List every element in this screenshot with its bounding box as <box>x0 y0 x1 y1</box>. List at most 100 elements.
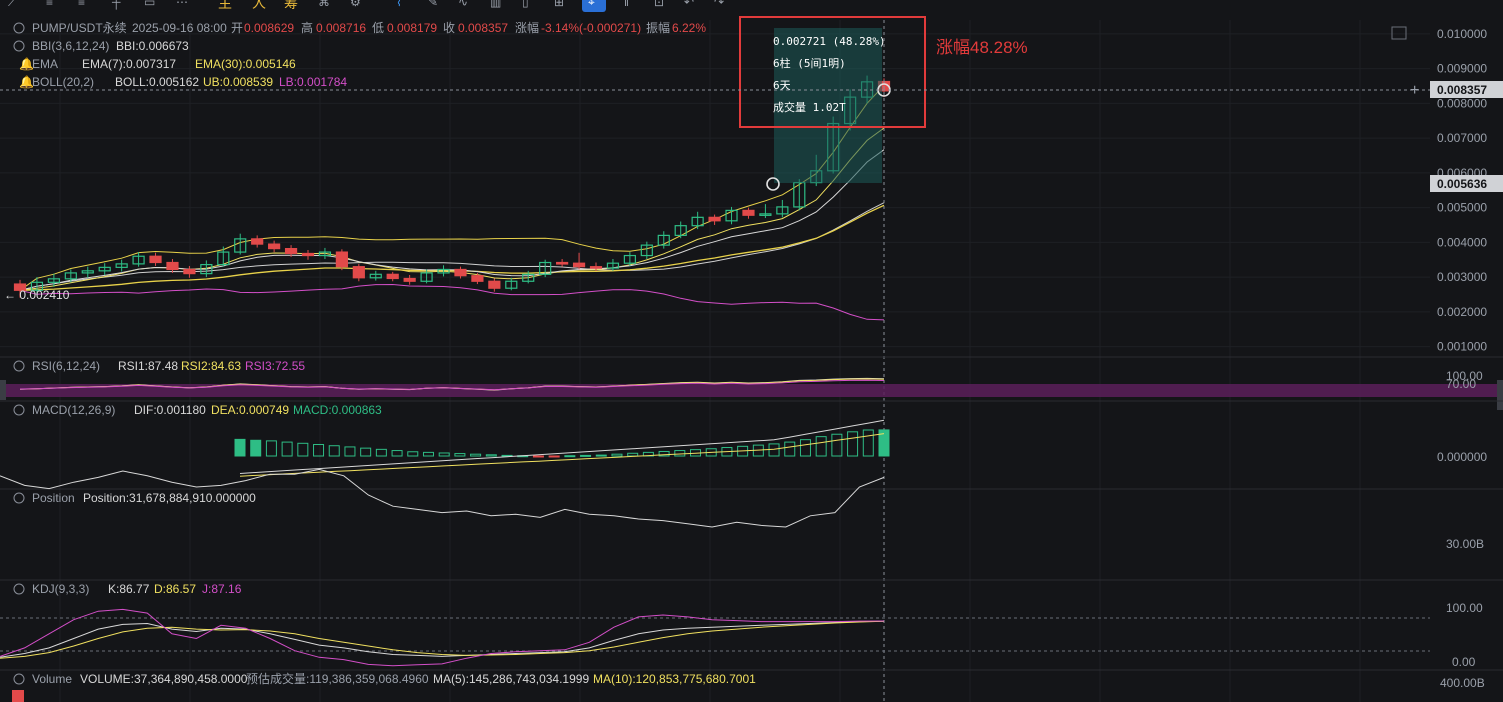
toolbar-lock-icon[interactable]: ‖ <box>624 0 629 9</box>
toolbar-cross-icon[interactable]: ┼ <box>111 0 121 10</box>
position-tick: 30.00B <box>1446 537 1484 551</box>
boll-name: BOLL(20,2) <box>32 75 94 89</box>
candle-body <box>589 266 603 269</box>
candle-body <box>556 261 569 265</box>
dif-value: DIF:0.001180 <box>134 403 206 417</box>
macd-bar <box>580 454 592 457</box>
toolbar-chip-label[interactable]: 筹 <box>284 0 298 11</box>
toolbar-person-label[interactable]: 人 <box>252 0 266 11</box>
toolbar-undo-icon[interactable]: ↶ <box>684 0 694 9</box>
toolbar-bars-icon[interactable]: ▥ <box>490 0 501 9</box>
change-label: 涨幅 <box>515 20 539 35</box>
dea-line <box>239 433 885 477</box>
rsi-toggle-icon[interactable] <box>13 360 25 372</box>
macd-bar <box>862 429 874 457</box>
candle-body <box>352 266 365 279</box>
price-tick: 0.001000 <box>1437 340 1487 354</box>
kdj-tick-0: 0.00 <box>1452 655 1476 669</box>
candle-body <box>403 277 416 282</box>
ema30-value: EMA(30):0.005146 <box>195 57 296 71</box>
price-tick: 0.008000 <box>1437 96 1487 110</box>
dea-value: DEA:0.000749 <box>211 403 289 417</box>
macd-tick-0: 0.000000 <box>1437 450 1487 464</box>
ema-bell-icon[interactable]: 🔔 <box>19 57 34 71</box>
price-tick: 0.004000 <box>1437 235 1487 249</box>
macd-bar <box>360 447 372 457</box>
volume-toggle-icon[interactable] <box>13 673 25 685</box>
boll-value: BOLL:0.005162 <box>115 75 199 89</box>
rsi-name: RSI(6,12,24) <box>32 359 100 373</box>
rsi3-value: RSI3:72.55 <box>245 359 305 373</box>
toolbar-lines-icon[interactable]: ≡ <box>46 0 53 9</box>
macd-bar <box>250 439 262 457</box>
candle-body <box>386 273 399 280</box>
d-value: D:86.57 <box>154 582 196 596</box>
lb-value: LB:0.001784 <box>279 75 347 89</box>
change-value: -3.14%(-0.000271) <box>541 21 641 35</box>
volume-value: VOLUME:37,364,890,458.0000 <box>80 672 248 686</box>
toolbar-hline-icon[interactable]: ≡ <box>78 0 85 9</box>
toolbar-chart-icon[interactable]: ⊞ <box>554 0 564 9</box>
boll-lower-line <box>19 283 885 321</box>
candle-body <box>183 268 196 275</box>
rsi2-value: RSI2:84.63 <box>181 359 241 373</box>
current-price-value: 0.008357 <box>1437 83 1487 97</box>
macd-bar <box>532 455 544 458</box>
price-tick: 0.009000 <box>1437 62 1487 76</box>
macd-bar <box>234 438 246 457</box>
low-value: 0.008179 <box>387 21 437 35</box>
maximize-icon[interactable] <box>1391 26 1407 40</box>
toolbar-wave-icon[interactable]: ∿ <box>458 0 468 9</box>
position-name: Position <box>32 491 75 505</box>
toolbar-indicator-icon[interactable]: ⌇ <box>396 0 402 9</box>
bbi-toggle-icon[interactable] <box>13 40 25 52</box>
toolbar-measure-icon[interactable]: ⌖ <box>588 0 595 9</box>
volume-bar <box>12 690 24 702</box>
measure-line4: 成交量 1.02T <box>773 100 846 114</box>
price-tick: 0.010000 <box>1437 27 1487 41</box>
toolbar-pen-icon[interactable]: ⟋ <box>8 0 17 9</box>
position-toggle-icon[interactable] <box>13 492 25 504</box>
macd-bar <box>674 450 686 457</box>
main-legends: BBI(3,6,12,24) BBI:0.006673 EMA 🔔 EMA(7)… <box>13 39 347 89</box>
left-scroll-handle[interactable] <box>0 380 6 400</box>
amp-value: 6.22% <box>672 21 706 35</box>
volume-est: 预估成交量:119,386,359,068.4960 <box>246 671 429 686</box>
macd-bar <box>470 453 482 457</box>
toolbar-settings-icon[interactable]: ⚙ <box>350 0 361 9</box>
j-value: J:87.16 <box>202 582 242 596</box>
macd-bar <box>297 442 309 457</box>
toolbar-more-icon[interactable]: ⋯ <box>176 0 188 9</box>
macd-bar <box>281 441 293 457</box>
collapse-icon[interactable] <box>13 22 25 34</box>
boll-bell-icon[interactable]: 🔔 <box>19 75 34 89</box>
toolbar-main-label[interactable]: 主 <box>218 0 232 11</box>
macd-bar <box>627 452 639 457</box>
toolbar-rect-icon[interactable]: ▭ <box>144 0 155 9</box>
measure-start-handle[interactable] <box>766 177 780 191</box>
toolbar-brush-icon[interactable]: ✎ <box>428 0 438 9</box>
toolbar-camera-icon[interactable]: ⌘ <box>318 0 330 9</box>
kdj-name: KDJ(9,3,3) <box>32 582 89 596</box>
datetime-label: 2025-09-16 08:00 <box>132 21 227 35</box>
macd-bar <box>328 445 340 457</box>
toolbar-doc-icon[interactable]: ▯ <box>522 0 529 9</box>
candle-body <box>268 243 281 250</box>
candle-body <box>335 251 348 268</box>
low-marker: ← 0.002410 <box>4 288 70 302</box>
toolbar-eye-icon[interactable]: ⊡ <box>654 0 664 9</box>
add-alert-icon[interactable]: + <box>1410 82 1419 99</box>
macd-bar <box>485 454 497 457</box>
macd-bar <box>564 455 576 458</box>
macd-bar <box>265 440 277 457</box>
toolbar-redo-icon[interactable]: ↷ <box>714 0 724 9</box>
macd-toggle-icon[interactable] <box>13 404 25 416</box>
candle-body <box>471 275 484 282</box>
kdj-toggle-icon[interactable] <box>13 583 25 595</box>
price-tick: 0.003000 <box>1437 270 1487 284</box>
macd-bar <box>815 436 827 457</box>
volume-tick: 400.00B <box>1440 676 1485 690</box>
k-value: K:86.77 <box>108 582 150 596</box>
rsi-tick-70: 70.00 <box>1446 377 1476 391</box>
right-scroll-handle[interactable] <box>1497 380 1503 410</box>
